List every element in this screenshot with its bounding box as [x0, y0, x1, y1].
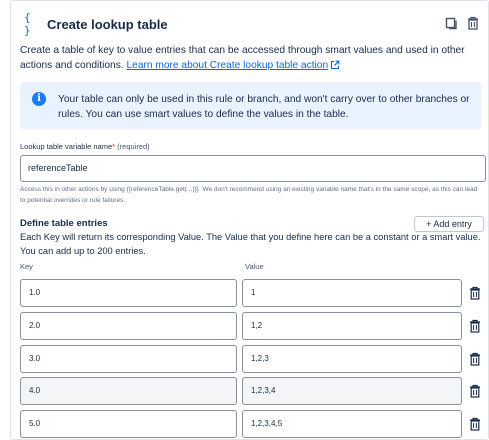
key-input[interactable]: 2.0	[20, 312, 237, 340]
required-text: (required)	[117, 142, 150, 151]
info-icon: i	[32, 92, 46, 106]
value-input[interactable]: 1	[242, 279, 462, 307]
delete-row-icon[interactable]	[469, 384, 481, 398]
brackets-icon: { }	[24, 11, 31, 37]
variable-name-label-text: Lookup table variable name	[20, 142, 113, 151]
card-header: { } Create lookup table	[24, 11, 168, 37]
entries-title: Define table entries	[20, 218, 108, 229]
value-input[interactable]: 1,2,3,4,5	[242, 410, 462, 438]
value-column-header: Value	[245, 262, 264, 271]
key-input[interactable]: 1.0	[20, 279, 237, 307]
delete-row-icon[interactable]	[469, 352, 481, 366]
table-row: 3.0 1,2,3	[0, 345, 489, 373]
variable-name-helper: Access this in other actions by using {{…	[20, 186, 478, 204]
add-entry-button[interactable]: + Add entry	[414, 216, 484, 232]
delete-action-icon[interactable]	[466, 16, 480, 30]
copy-icon[interactable]	[445, 16, 459, 30]
value-input[interactable]: 1,2,3	[242, 345, 462, 373]
learn-more-link[interactable]: Learn more about Create lookup table act…	[127, 60, 329, 71]
required-asterisk: *	[112, 142, 116, 151]
card-title: Create lookup table	[47, 16, 168, 32]
key-input[interactable]: 4.0	[20, 377, 237, 405]
table-row: 1.0 1	[0, 279, 489, 307]
delete-row-icon[interactable]	[469, 417, 481, 431]
key-column-header: Key	[20, 262, 33, 271]
variable-name-label: Lookup table variable name* (required)	[20, 142, 150, 151]
key-input[interactable]: 5.0	[20, 410, 237, 438]
delete-row-icon[interactable]	[469, 319, 481, 333]
table-row: 2.0 1,2	[0, 312, 489, 340]
info-text: Your table can only be used in this rule…	[58, 94, 470, 120]
variable-name-input[interactable]: referenceTable	[20, 155, 486, 182]
key-input[interactable]: 3.0	[20, 345, 237, 373]
info-panel: i Your table can only be used in this ru…	[20, 82, 481, 129]
card-description: Create a table of key to value entries t…	[20, 43, 475, 73]
delete-row-icon[interactable]	[469, 286, 481, 300]
value-input[interactable]: 1,2	[242, 312, 462, 340]
table-row: 5.0 1,2,3,4,5	[0, 410, 489, 438]
table-row: 4.0 1,2,3,4	[0, 377, 489, 405]
external-link-icon[interactable]	[330, 60, 340, 70]
value-input[interactable]: 1,2,3,4	[242, 377, 462, 405]
entries-description: Each Key will return its corresponding V…	[20, 232, 481, 256]
